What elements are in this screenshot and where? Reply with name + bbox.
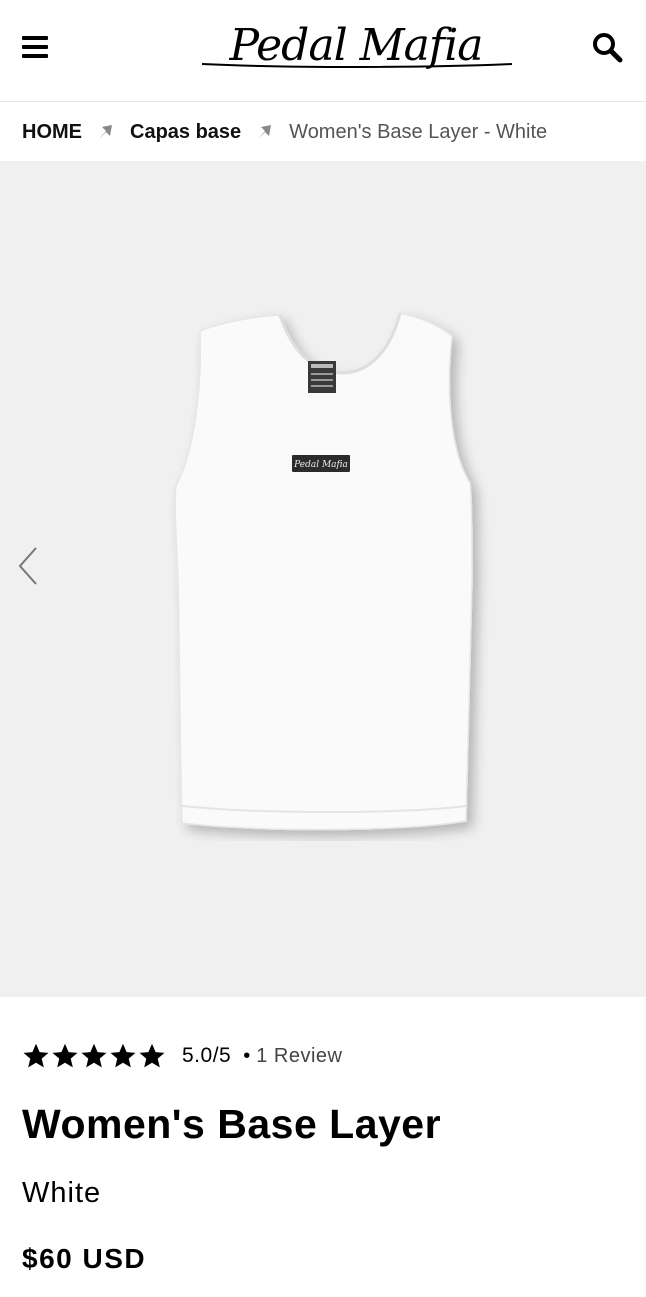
product-price: $60 USD: [22, 1243, 147, 1274]
product-title: Women's Base Layer: [22, 1101, 442, 1147]
star-icon: [23, 1043, 49, 1068]
breadcrumb-current: Women's Base Layer - White: [289, 120, 548, 143]
product-image: Pedal Mafia: [174, 312, 473, 831]
brand-logo[interactable]: Pedal Mafia: [190, 18, 522, 80]
star-icon: [110, 1043, 136, 1068]
product-tag-text: Pedal Mafia: [293, 460, 348, 470]
review-count-link[interactable]: 1 Review: [256, 1045, 342, 1068]
breadcrumb-category-link[interactable]: Capas base: [130, 121, 241, 144]
breadcrumb-home-link[interactable]: HOME: [22, 121, 82, 144]
separator-dot: •: [243, 1044, 251, 1067]
site-header: Pedal Mafia: [0, 0, 646, 102]
star-icon: [81, 1043, 107, 1068]
brand-logo-text: Pedal Mafia: [229, 20, 483, 71]
product-gallery[interactable]: Pedal Mafia: [0, 161, 646, 997]
rating-score: 5.0/5: [182, 1044, 232, 1067]
product-variant: White: [22, 1177, 102, 1209]
breadcrumb: HOME Capas base Women's Base Layer - Whi…: [0, 103, 646, 161]
rating-row[interactable]: 5.0/5 • 1 Review: [22, 1041, 343, 1071]
star-icon: [52, 1043, 78, 1068]
rating-stars: [22, 1042, 166, 1070]
product-info: 5.0/5 • 1 Review Women's Base Layer Whit…: [0, 997, 646, 1297]
chevron-arrow-icon: [96, 122, 116, 142]
search-icon[interactable]: [588, 28, 626, 66]
hamburger-menu-icon[interactable]: [22, 30, 56, 64]
star-icon: [139, 1043, 165, 1068]
chevron-left-icon[interactable]: [10, 544, 46, 588]
chevron-arrow-icon: [255, 122, 275, 142]
